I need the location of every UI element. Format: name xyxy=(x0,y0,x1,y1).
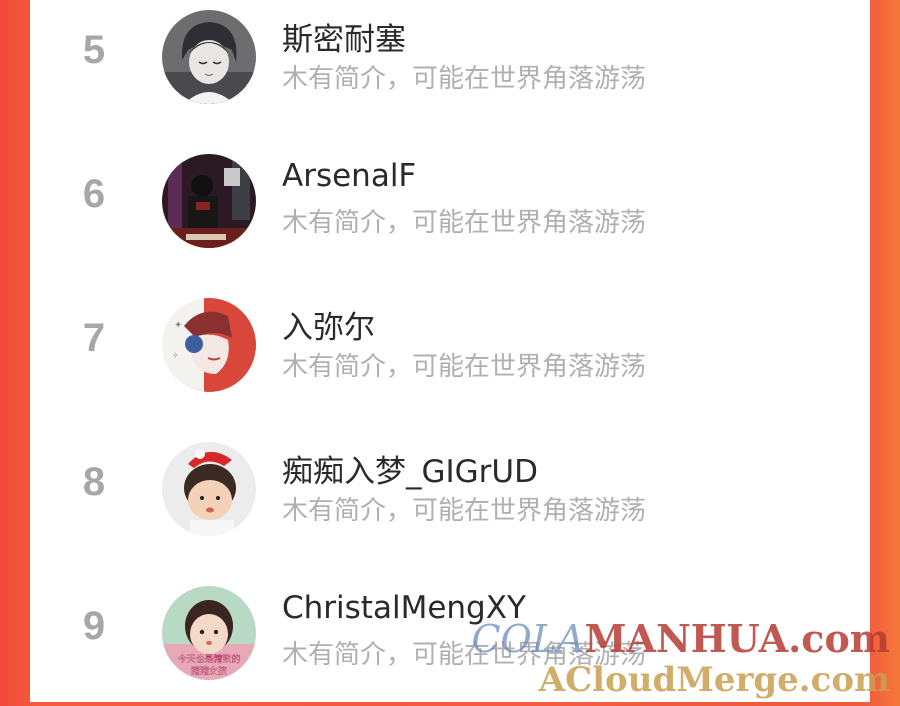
avatar-caption-line2: 猪猪女孩 xyxy=(191,665,227,677)
list-item[interactable]: 5 斯密耐塞 木有简介，可能在世界角落游荡 xyxy=(30,0,870,130)
avatar[interactable]: 今天也是精致的 猪猪女孩 xyxy=(162,586,256,680)
ranking-list: 5 斯密耐塞 木有简介，可能在世界角落游荡 6 ArsenalF 木有简介，可能… xyxy=(30,0,870,702)
svg-text:✦: ✦ xyxy=(174,320,182,331)
rank-number: 7 xyxy=(82,316,106,360)
svg-text:✧: ✧ xyxy=(172,351,179,360)
user-name[interactable]: 痴痴入梦_GIGrUD xyxy=(282,446,538,491)
user-bio: 木有简介，可能在世界角落游荡 xyxy=(282,208,647,238)
rank-number: 6 xyxy=(82,172,106,216)
user-bio: 木有简介，可能在世界角落游荡 xyxy=(282,352,647,382)
user-bio: 木有简介，可能在世界角落游荡 xyxy=(282,496,647,526)
list-item[interactable]: 7 ✦ ✧ 入弥尔 木有简介，可能在世界角落游荡 xyxy=(30,288,870,418)
avatar[interactable] xyxy=(162,154,256,248)
avatar[interactable] xyxy=(162,442,256,536)
user-name[interactable]: ArsenalF xyxy=(282,158,416,194)
avatar[interactable]: ✦ ✧ xyxy=(162,298,256,392)
user-name[interactable]: 入弥尔 xyxy=(282,302,375,347)
rank-number: 8 xyxy=(82,460,106,504)
rank-number: 9 xyxy=(82,604,106,648)
watermark-acloudmerge: ACloudMerge.com xyxy=(538,660,890,700)
user-name[interactable]: 斯密耐塞 xyxy=(282,14,406,59)
list-item[interactable]: 8 痴痴入梦_GIGrUD 木有简介，可能在世界角落游荡 xyxy=(30,432,870,562)
rank-number: 5 xyxy=(82,28,106,72)
avatar[interactable] xyxy=(162,10,256,104)
user-bio: 木有简介，可能在世界角落游荡 xyxy=(282,64,647,94)
watermark-colamanhua: COLAMANHUA.com xyxy=(471,616,890,661)
list-item[interactable]: 6 ArsenalF 木有简介，可能在世界角落游荡 xyxy=(30,144,870,274)
avatar-caption-line1: 今天也是精致的 xyxy=(177,653,240,665)
